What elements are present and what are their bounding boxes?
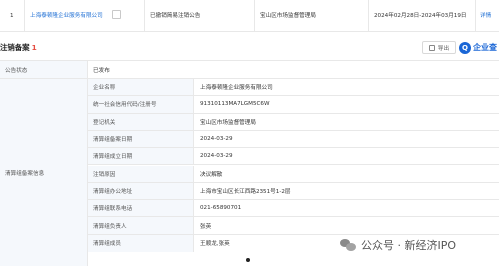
row-value: 021-65890701 bbox=[200, 205, 242, 212]
table-row: 清算组负责人 张英 bbox=[88, 217, 499, 235]
row-key: 清算组负责人 bbox=[88, 217, 194, 234]
row-value: 上海市宝山区长江西路2351号1-2层 bbox=[200, 188, 291, 195]
row-value: 2024-03-29 bbox=[200, 136, 233, 143]
group-label: 清算组备案信息 bbox=[0, 79, 88, 266]
column-divider bbox=[144, 0, 145, 32]
row-key: 清算组备案日期 bbox=[88, 130, 194, 148]
row-key: 清算组办公地址 bbox=[88, 182, 194, 200]
table-row: 清算组联系电话 021-65890701 bbox=[88, 200, 499, 218]
export-icon bbox=[428, 44, 435, 51]
wechat-icon bbox=[340, 239, 356, 251]
section-title-text: 注销备案 bbox=[0, 43, 30, 52]
company-link[interactable]: 上海泰顿隆企业服务有限公司 bbox=[30, 0, 103, 32]
section-title: 注销备案 1 bbox=[0, 42, 37, 53]
announcement-status-row: 已发布 bbox=[88, 61, 499, 79]
brand-name: 企业查 bbox=[473, 43, 497, 52]
table-row: 清算组办公地址 上海市宝山区长江西路2351号1-2层 bbox=[88, 182, 499, 201]
row-key: 清算组联系电话 bbox=[88, 200, 194, 217]
row-key: 注销原因 bbox=[88, 165, 194, 182]
brand-q-icon: Q bbox=[459, 41, 471, 54]
announcement-status-label: 公告状态 bbox=[0, 61, 88, 79]
announcement-status-value: 已发布 bbox=[93, 67, 110, 74]
column-divider bbox=[368, 0, 369, 32]
row-value: 宝山区市场监督管理局 bbox=[200, 119, 256, 126]
row-key: 清算组成立日期 bbox=[88, 148, 194, 165]
table-row: 清算组备案日期 2024-03-29 bbox=[88, 130, 499, 149]
row-value: 决议解散 bbox=[200, 171, 223, 178]
details-link[interactable]: 详情 bbox=[480, 0, 491, 32]
announcement-period: 2024年02月28日-2024年03月19日 bbox=[374, 13, 467, 19]
table-row: 清算组成立日期 2024-03-29 bbox=[88, 148, 499, 166]
table-row: 企业名称 上海泰顿隆企业服务有限公司 bbox=[88, 79, 499, 97]
table-row: 登记机关 宝山区市场监督管理局 bbox=[88, 113, 499, 131]
export-button[interactable]: 导出 bbox=[422, 41, 456, 54]
company-name-link[interactable]: 上海泰顿隆企业服务有限公司 bbox=[200, 79, 273, 95]
column-divider bbox=[254, 0, 255, 32]
export-button-label: 导出 bbox=[437, 45, 450, 52]
row-key: 统一社会信用代码/注册号 bbox=[88, 96, 194, 113]
row-value: 王顺龙,张英 bbox=[200, 241, 230, 248]
table-row: 统一社会信用代码/注册号 91310113MA7LGM5C6W bbox=[88, 96, 499, 114]
row-value: 张英 bbox=[200, 223, 212, 230]
row-key: 登记机关 bbox=[88, 113, 194, 130]
watermark: 公众号 · 新经济IPO bbox=[340, 236, 456, 254]
row-value: 91310113MA7LGM5C6W bbox=[200, 101, 270, 108]
announcement-status: 已撤销简易注销公告 bbox=[150, 13, 201, 19]
registration-authority: 宝山区市场监督管理局 bbox=[260, 13, 316, 19]
row-index: 1 bbox=[10, 13, 14, 19]
copy-icon[interactable] bbox=[112, 10, 121, 19]
section-count-badge: 1 bbox=[31, 43, 37, 52]
row-key: 清算组成员 bbox=[88, 234, 194, 252]
brand-logo: Q 企业查 bbox=[459, 40, 497, 55]
row-key: 企业名称 bbox=[88, 79, 194, 96]
page-indicator-dot bbox=[246, 258, 250, 262]
row-value: 2024-03-29 bbox=[200, 153, 233, 160]
table-row: 注销原因 决议解散 bbox=[88, 165, 499, 183]
filing-summary-row: 1 上海泰顿隆企业服务有限公司 已撤销简易注销公告 宝山区市场监督管理局 202… bbox=[0, 0, 499, 32]
watermark-text: 公众号 · 新经济IPO bbox=[361, 239, 457, 252]
column-divider bbox=[475, 0, 476, 32]
column-divider bbox=[24, 0, 25, 32]
